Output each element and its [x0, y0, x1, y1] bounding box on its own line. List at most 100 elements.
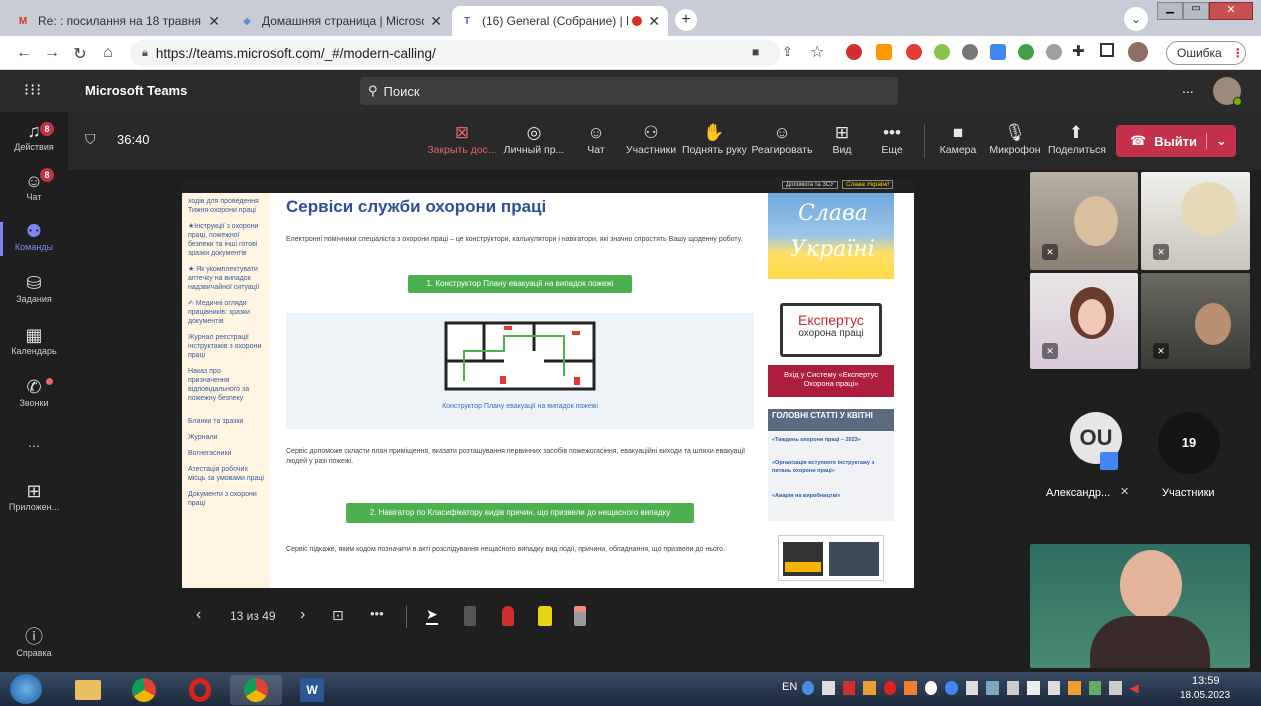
- rail-item-chat[interactable]: ☺ 8 Чат: [0, 168, 68, 202]
- side-link[interactable]: Вогнегасники: [188, 449, 264, 458]
- side-link[interactable]: Журнал реєстрації інструктажів з охорони…: [188, 333, 264, 360]
- article-link[interactable]: «Аварія на виробництві»: [772, 493, 892, 499]
- rail-item-apps[interactable]: ⊞ Приложен...: [0, 480, 68, 512]
- tray-icon[interactable]: [842, 681, 856, 695]
- network-icon[interactable]: [1088, 681, 1102, 695]
- taskbar-explorer[interactable]: [62, 675, 114, 705]
- side-panel-icon[interactable]: [1100, 43, 1114, 57]
- share-icon[interactable]: ⇪: [782, 44, 793, 60]
- tray-icon[interactable]: [1068, 681, 1081, 695]
- side-link[interactable]: Документи з охорони праці: [188, 490, 264, 508]
- extensions-puzzle-icon[interactable]: ✚: [1072, 42, 1085, 60]
- expertus-login-button[interactable]: Вхід у Систему «Експертус Охорона праці»: [768, 365, 894, 397]
- tray-icon[interactable]: [1006, 681, 1020, 695]
- more-actions-button[interactable]: ••• Еще: [874, 122, 910, 156]
- rail-item-activity[interactable]: ♫ 8 Действия: [0, 120, 68, 152]
- side-link[interactable]: Атестація робочих місць за умовами праці: [188, 465, 264, 483]
- rail-item-assignments[interactable]: ⛁ Задания: [0, 272, 68, 304]
- more-icon[interactable]: •••: [370, 606, 384, 621]
- share-button[interactable]: ⬆ Поделиться: [1048, 122, 1106, 156]
- floorplan-caption[interactable]: Конструктор Плану евакуації на випадок п…: [286, 403, 754, 410]
- extension-icon[interactable]: [934, 44, 950, 60]
- self-video-tile[interactable]: [1030, 544, 1250, 668]
- close-tab-icon[interactable]: ✕: [648, 13, 660, 30]
- url-bar[interactable]: 🔒︎ https://teams.microsoft.com/_#/modern…: [130, 40, 780, 66]
- raise-hand-button[interactable]: ✋ Поднять руку: [682, 122, 747, 156]
- side-link[interactable]: Бланки та зразки: [188, 417, 264, 426]
- extension-icon[interactable]: [962, 44, 978, 60]
- highlighter-icon[interactable]: [538, 606, 552, 626]
- flag-icon[interactable]: [965, 681, 979, 695]
- camera-indicator-icon[interactable]: ■: [752, 45, 759, 59]
- translate-icon[interactable]: [990, 44, 1006, 60]
- profile-avatar[interactable]: [1128, 42, 1148, 62]
- tray-icon[interactable]: [924, 681, 938, 695]
- tray-icon[interactable]: [904, 681, 917, 695]
- participant-video-tile[interactable]: ✕: [1141, 273, 1250, 369]
- pointer-tool-icon[interactable]: ➤: [426, 606, 438, 625]
- side-link[interactable]: ★Інструкції з охорони праці, пожежної бе…: [188, 222, 264, 258]
- shield-extension-icon[interactable]: [1018, 44, 1034, 60]
- browser-tab-gmail[interactable]: M Re: : посилання на 18 травня - s ✕: [8, 6, 228, 36]
- taskbar-chrome[interactable]: [118, 675, 170, 705]
- tab-search-button[interactable]: ⌄: [1124, 7, 1148, 31]
- next-slide-icon[interactable]: ›: [300, 606, 305, 624]
- bookmark-star-icon[interactable]: ☆: [810, 42, 824, 62]
- back-icon[interactable]: ←: [14, 44, 34, 62]
- adblock-icon[interactable]: [906, 44, 922, 60]
- language-indicator[interactable]: EN: [782, 681, 797, 693]
- minimize-button[interactable]: ▁: [1157, 2, 1183, 20]
- reload-icon[interactable]: ↻: [70, 44, 90, 64]
- view-button[interactable]: ⊞ Вид: [822, 122, 862, 156]
- close-tab-icon[interactable]: ✕: [430, 13, 442, 30]
- react-button[interactable]: ☺ Реагировать: [750, 122, 814, 156]
- chat-button[interactable]: ☺ Чат: [576, 122, 616, 156]
- red-pen-icon[interactable]: [502, 606, 514, 626]
- chevron-down-icon[interactable]: ⌄: [1206, 133, 1236, 149]
- tray-icon[interactable]: [945, 681, 958, 695]
- help-tray-icon[interactable]: [802, 681, 815, 695]
- browser-error-button[interactable]: Ошибка ⋮: [1166, 41, 1246, 65]
- microphone-button[interactable]: 🎙︎ Микрофон: [988, 122, 1042, 156]
- home-icon[interactable]: ⌂: [98, 44, 118, 62]
- clock-time[interactable]: 13:59: [1192, 675, 1220, 687]
- rail-item-more[interactable]: ...: [0, 434, 68, 450]
- forward-icon[interactable]: →: [42, 44, 62, 62]
- side-link[interactable]: Наказ про призначення відповідального за…: [188, 367, 264, 403]
- tray-icon[interactable]: [986, 681, 999, 695]
- article-link[interactable]: «Організація вступного інструктажу з пит…: [772, 459, 892, 475]
- clock-date[interactable]: 18.05.2023: [1180, 690, 1230, 701]
- taskbar-word[interactable]: W: [286, 675, 338, 705]
- participant-video-tile[interactable]: ✕: [1030, 172, 1138, 270]
- taskbar-opera[interactable]: [174, 675, 226, 705]
- personal-view-button[interactable]: ◎ Личный пр...: [501, 122, 567, 156]
- participant-video-tile[interactable]: ✕: [1141, 172, 1250, 270]
- stop-sharing-button[interactable]: ⊠ Закрыть дос...: [426, 122, 498, 156]
- expertus-logo[interactable]: Експертус охорона праці: [780, 303, 882, 357]
- side-link[interactable]: ✍ Медичні огляди працівників: зразки док…: [188, 299, 264, 326]
- app-launcher-icon[interactable]: ⁝⁝⁝: [24, 80, 42, 100]
- start-button[interactable]: [10, 674, 42, 704]
- slide-grid-icon[interactable]: ⊡: [332, 607, 344, 624]
- participant-video-tile[interactable]: ✕: [1030, 273, 1138, 369]
- side-link[interactable]: ходів для проведення Тижня охорони праці: [188, 197, 264, 215]
- browser-tab-teams[interactable]: T (16) General (Собрание) | M ✕: [452, 6, 668, 36]
- more-options-icon[interactable]: ...: [1182, 80, 1194, 96]
- taskbar-chrome-active[interactable]: [230, 675, 282, 705]
- side-link[interactable]: Журнали: [188, 433, 264, 442]
- rail-item-teams[interactable]: ⚉ Команды: [0, 220, 68, 256]
- vpn-extension-icon[interactable]: [1046, 44, 1062, 60]
- camera-button[interactable]: ■ Камера: [938, 122, 978, 156]
- rail-item-help[interactable]: ⓘ Справка: [0, 626, 68, 658]
- tray-icon[interactable]: [822, 681, 835, 695]
- participant-avatar[interactable]: OU: [1070, 412, 1122, 470]
- participants-count[interactable]: 19: [1158, 412, 1220, 474]
- tray-icon[interactable]: [1027, 681, 1040, 695]
- close-window-button[interactable]: ✕: [1209, 2, 1253, 20]
- participants-button[interactable]: ⚇ Участники: [623, 122, 679, 156]
- extension-icon[interactable]: [876, 44, 892, 60]
- eraser-icon[interactable]: [574, 606, 586, 626]
- side-link[interactable]: ★ Як укомплектувати аптечку на випадок н…: [188, 265, 264, 292]
- opera-extension-icon[interactable]: [846, 44, 862, 60]
- tray-icon[interactable]: [863, 681, 876, 695]
